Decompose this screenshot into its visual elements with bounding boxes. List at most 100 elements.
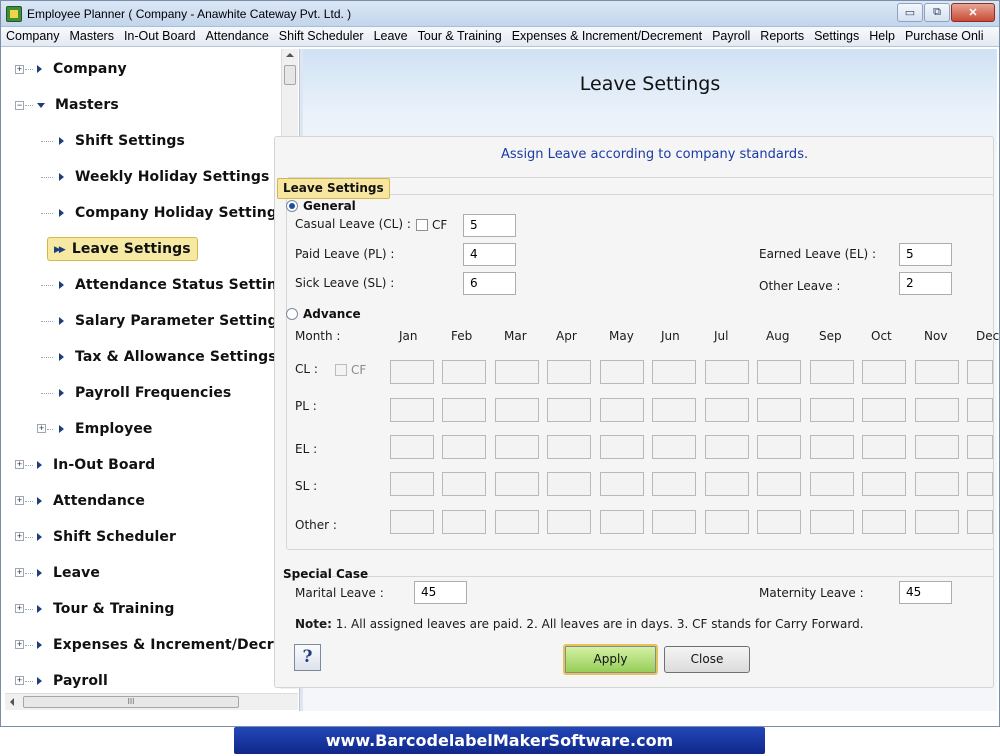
help-button[interactable]: ? [294, 644, 321, 671]
advance-month-input[interactable] [547, 398, 591, 422]
advance-month-input[interactable] [547, 360, 591, 384]
advance-month-input[interactable] [967, 398, 993, 422]
advance-month-input[interactable] [652, 398, 696, 422]
advance-month-input[interactable] [915, 398, 959, 422]
advance-month-input[interactable] [390, 435, 434, 459]
advance-radio[interactable] [286, 308, 298, 320]
advance-month-input[interactable] [862, 360, 906, 384]
advance-month-input[interactable] [652, 435, 696, 459]
cf-checkbox[interactable] [416, 219, 428, 231]
advance-month-input[interactable] [495, 510, 539, 534]
advance-month-input[interactable] [915, 360, 959, 384]
advance-month-input[interactable] [967, 510, 993, 534]
advance-month-input[interactable] [862, 510, 906, 534]
advance-month-input[interactable] [810, 472, 854, 496]
advance-month-input[interactable] [757, 510, 801, 534]
advance-month-input[interactable] [705, 398, 749, 422]
advance-month-input[interactable] [390, 398, 434, 422]
advance-month-input[interactable] [547, 472, 591, 496]
advance-month-input[interactable] [705, 472, 749, 496]
advance-month-input[interactable] [652, 360, 696, 384]
advance-month-input[interactable] [495, 435, 539, 459]
expand-icon[interactable]: + [15, 496, 24, 505]
advance-month-input[interactable] [862, 435, 906, 459]
minimize-button[interactable]: ▭ [897, 3, 923, 22]
restore-button[interactable]: ⧉ [924, 3, 950, 22]
advance-month-input[interactable] [705, 360, 749, 384]
advance-month-input[interactable] [600, 360, 644, 384]
advance-month-input[interactable] [757, 360, 801, 384]
advance-month-input[interactable] [705, 435, 749, 459]
close-button[interactable]: Close [664, 646, 750, 673]
expand-icon[interactable]: + [15, 568, 24, 577]
tree-item-payroll[interactable]: Payroll [37, 670, 108, 692]
advance-month-input[interactable] [442, 398, 486, 422]
scroll-thumb[interactable] [284, 65, 296, 85]
advance-month-input[interactable] [757, 398, 801, 422]
menu-leave[interactable]: Leave [369, 27, 413, 46]
apply-button[interactable]: Apply [563, 644, 658, 675]
expand-icon[interactable]: + [15, 460, 24, 469]
advance-month-input[interactable] [547, 510, 591, 534]
scroll-left-icon[interactable] [10, 698, 14, 706]
tree-item-tour-training[interactable]: Tour & Training [37, 598, 175, 620]
menu-help[interactable]: Help [864, 27, 900, 46]
collapse-icon[interactable]: − [15, 101, 24, 110]
tree-item-company-holiday-settings[interactable]: Company Holiday Settings [59, 202, 285, 224]
advance-month-input[interactable] [652, 510, 696, 534]
advance-month-input[interactable] [600, 435, 644, 459]
tree-item-attendance[interactable]: Attendance [37, 490, 145, 512]
tree-item-shift-settings[interactable]: Shift Settings [59, 130, 185, 152]
advance-month-input[interactable] [547, 435, 591, 459]
advance-month-input[interactable] [915, 435, 959, 459]
tree-item-shift-scheduler[interactable]: Shift Scheduler [37, 526, 176, 548]
menu-payroll[interactable]: Payroll [707, 27, 755, 46]
expand-icon[interactable]: + [15, 65, 24, 74]
menu-purchase-online[interactable]: Purchase Onli [900, 27, 989, 46]
tree-item-leave[interactable]: Leave [37, 562, 100, 584]
paid-leave-input[interactable]: 4 [463, 243, 516, 266]
marital-leave-input[interactable]: 45 [414, 581, 467, 604]
tree-item-expenses[interactable]: Expenses & Increment/Decrement [37, 634, 299, 656]
advance-month-input[interactable] [495, 472, 539, 496]
advance-month-input[interactable] [600, 398, 644, 422]
advance-month-input[interactable] [862, 472, 906, 496]
advance-month-input[interactable] [495, 398, 539, 422]
advance-month-input[interactable] [442, 472, 486, 496]
sick-leave-input[interactable]: 6 [463, 272, 516, 295]
tree-item-payroll-frequencies[interactable]: Payroll Frequencies [59, 382, 231, 404]
tree-item-in-out-board[interactable]: In-Out Board [37, 454, 155, 476]
earned-leave-input[interactable]: 5 [899, 243, 952, 266]
casual-leave-input[interactable]: 5 [463, 214, 516, 237]
advance-month-input[interactable] [600, 472, 644, 496]
menu-shift-scheduler[interactable]: Shift Scheduler [274, 27, 369, 46]
menu-expenses[interactable]: Expenses & Increment/Decrement [507, 27, 707, 46]
expand-icon[interactable]: + [15, 640, 24, 649]
maternity-leave-input[interactable]: 45 [899, 581, 952, 604]
tree-item-masters[interactable]: Masters [37, 94, 119, 116]
advance-month-input[interactable] [967, 435, 993, 459]
advance-month-input[interactable] [495, 360, 539, 384]
advance-month-input[interactable] [442, 435, 486, 459]
advance-month-input[interactable] [600, 510, 644, 534]
menu-in-out-board[interactable]: In-Out Board [119, 27, 201, 46]
advance-month-input[interactable] [810, 360, 854, 384]
advance-month-input[interactable] [705, 510, 749, 534]
advance-cf-checkbox[interactable] [335, 364, 347, 376]
advance-month-input[interactable] [862, 398, 906, 422]
tree-item-weekly-holiday-settings[interactable]: Weekly Holiday Settings [59, 166, 269, 188]
tree-horizontal-scrollbar[interactable]: III [5, 693, 298, 710]
advance-month-input[interactable] [390, 472, 434, 496]
menu-settings[interactable]: Settings [809, 27, 864, 46]
menu-company[interactable]: Company [1, 27, 65, 46]
scroll-thumb[interactable]: III [23, 696, 239, 708]
advance-month-input[interactable] [442, 510, 486, 534]
menu-masters[interactable]: Masters [65, 27, 119, 46]
advance-month-input[interactable] [757, 435, 801, 459]
advance-month-input[interactable] [442, 360, 486, 384]
advance-month-input[interactable] [915, 510, 959, 534]
advance-month-input[interactable] [915, 472, 959, 496]
advance-month-input[interactable] [652, 472, 696, 496]
tree-item-leave-settings[interactable]: ▶▶ Leave Settings [47, 237, 198, 261]
advance-month-input[interactable] [390, 510, 434, 534]
